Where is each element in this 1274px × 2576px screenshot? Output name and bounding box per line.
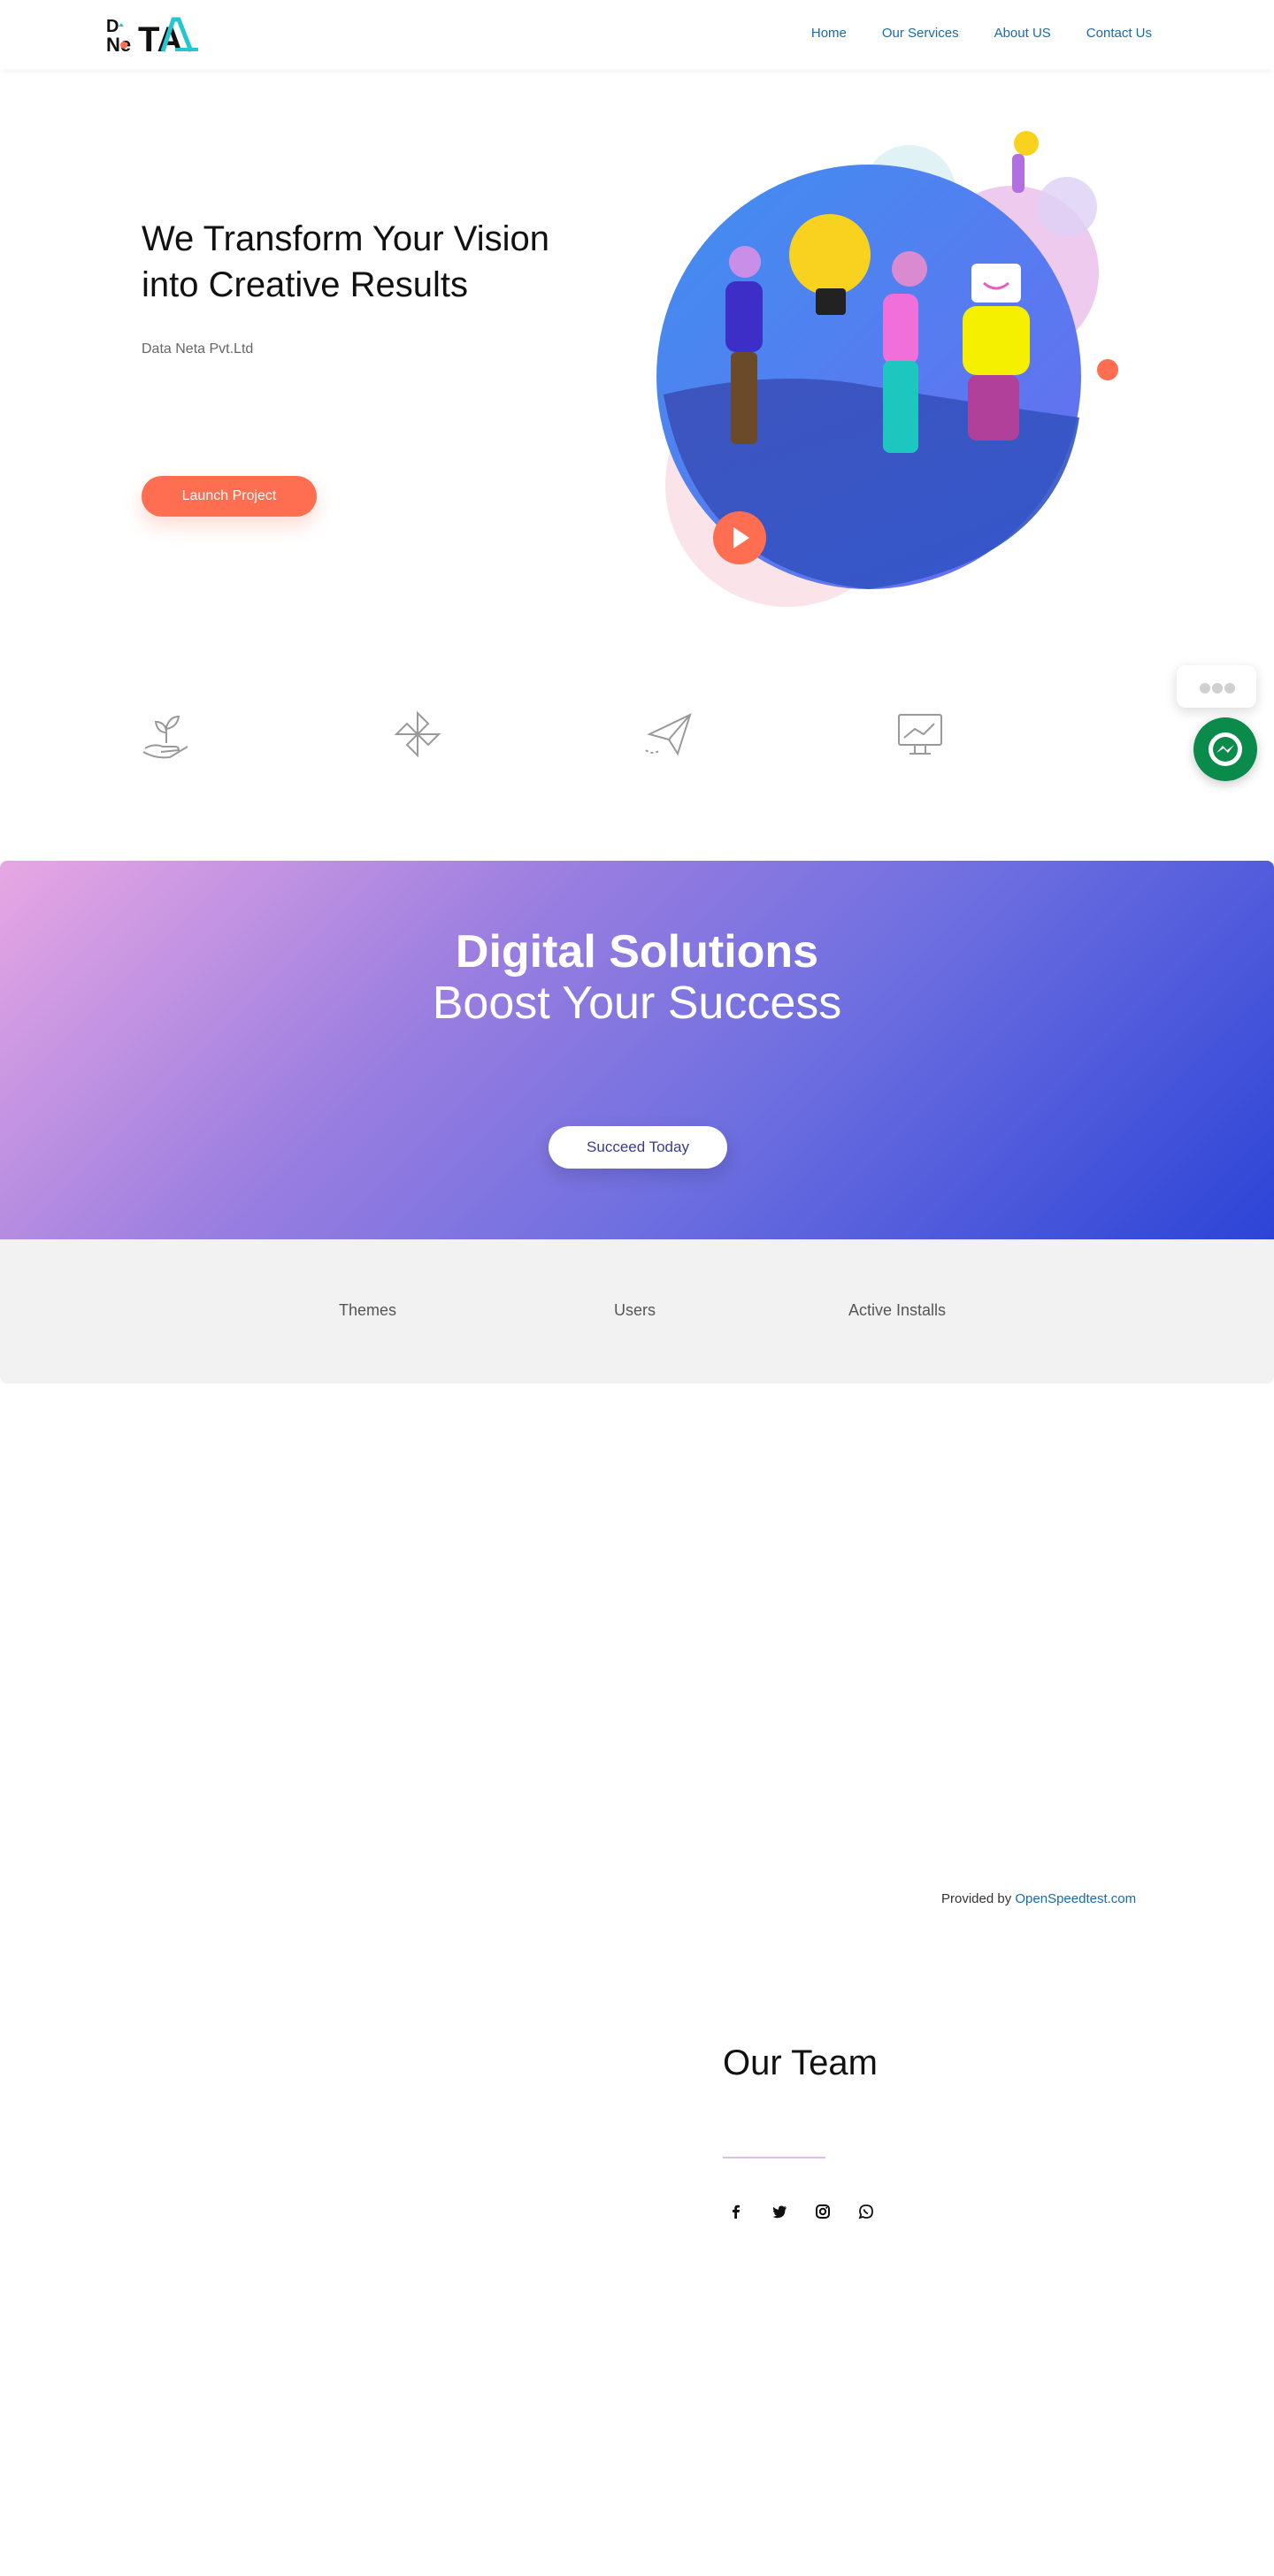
nav-our-services[interactable]: Our Services: [882, 26, 959, 41]
monitor-chart-icon: [898, 714, 942, 755]
nav-home[interactable]: Home: [811, 26, 847, 41]
hero-illustration: [656, 131, 1118, 607]
messenger-icon: [1209, 732, 1242, 766]
provided-by-prefix: Provided by: [941, 1891, 1012, 1906]
banner-title: Digital Solutions: [455, 926, 819, 978]
paper-plane-icon: [645, 713, 692, 756]
team-title: Our Team: [723, 2043, 878, 2082]
launch-project-button[interactable]: Launch Project: [142, 476, 317, 517]
hero-title-line1: We Transform Your Vision: [142, 219, 549, 258]
svg-text:Ne: Ne: [106, 34, 131, 55]
data-neta-logo[interactable]: D Ne TA: [106, 14, 198, 55]
pinwheel-icon: [394, 710, 441, 758]
hero-title: We Transform Your Vision into Creative R…: [142, 216, 637, 308]
nav-about-us[interactable]: About US: [994, 26, 1051, 41]
nav-contact-us[interactable]: Contact Us: [1086, 26, 1152, 41]
messenger-chat-button[interactable]: [1193, 717, 1257, 781]
typing-dots-icon: [1200, 683, 1235, 694]
team-divider: [723, 2157, 825, 2158]
banner-subtitle: Boost Your Success: [432, 978, 842, 1029]
whatsapp-icon[interactable]: [856, 2201, 877, 2222]
openspeedtest-link[interactable]: OpenSpeedtest.com: [1015, 1891, 1136, 1906]
hero-subtitle: Data Neta Pvt.Ltd: [142, 341, 254, 356]
stat-users-label: Users: [614, 1301, 656, 1319]
facebook-icon[interactable]: [725, 2201, 747, 2222]
digital-solutions-banner: [0, 861, 1274, 1239]
site-header: D Ne TA Home Our Services About US Conta…: [0, 0, 1274, 69]
plant-in-hand-icon: [142, 715, 188, 759]
provided-by: Provided by OpenSpeedtest.com: [941, 1891, 1136, 1906]
chat-typing-bubble[interactable]: [1177, 665, 1256, 708]
instagram-icon[interactable]: [812, 2201, 833, 2222]
succeed-today-button[interactable]: Succeed Today: [549, 1126, 727, 1169]
twitter-icon[interactable]: [769, 2201, 790, 2222]
stat-themes-label: Themes: [339, 1301, 397, 1319]
hero-title-line2: into Creative Results: [142, 265, 469, 304]
stat-active-installs-label: Active Installs: [848, 1301, 947, 1319]
main-nav: Home Our Services About US Contact Us: [776, 26, 1152, 41]
